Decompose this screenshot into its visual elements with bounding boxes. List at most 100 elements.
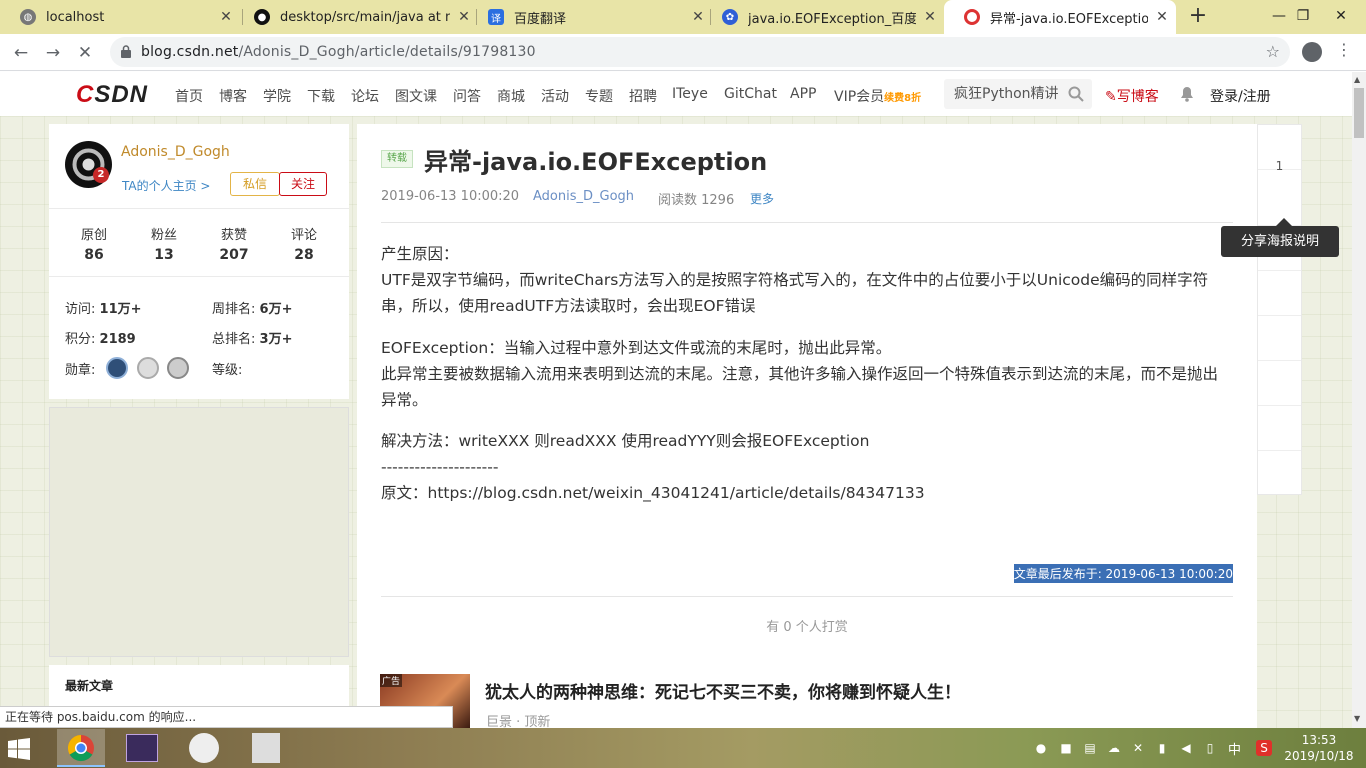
nav-home[interactable]: 首页 (175, 86, 203, 106)
write-blog-link[interactable]: ✎写博客 (1105, 86, 1159, 106)
browser-tab-strip: ◍ localhost ✕ ● desktop/src/main/java at… (0, 0, 1366, 34)
nav-mall[interactable]: 商城 (497, 86, 525, 106)
toolbox-button[interactable] (1258, 361, 1301, 406)
network-icon[interactable]: ▮ (1154, 740, 1170, 756)
nav-download[interactable]: 下载 (307, 86, 335, 106)
input-method-indicator[interactable]: 中 (1228, 739, 1241, 758)
search-icon[interactable] (1068, 86, 1084, 102)
share-poster-tooltip: 分享海报说明 (1221, 226, 1339, 257)
close-tab-icon[interactable]: ✕ (1148, 9, 1176, 25)
nav-jobs[interactable]: 招聘 (629, 86, 657, 106)
nvidia-tray-icon[interactable]: ■ (1058, 740, 1074, 756)
nav-vip[interactable]: VIP会员续费8折 (834, 86, 921, 106)
tab-github[interactable]: ● desktop/src/main/java at ma ✕ (234, 0, 478, 34)
logo-rest: SDN (94, 81, 149, 108)
taskbar-app4[interactable] (242, 729, 290, 767)
scroll-down-arrow-icon[interactable]: ▼ (1354, 714, 1360, 723)
tab-csdn-active[interactable]: 异常-java.io.EOFException - A ✕ (944, 0, 1176, 34)
nav-events[interactable]: 活动 (541, 86, 569, 106)
tray-icon[interactable]: ▤ (1082, 740, 1098, 756)
follow-button[interactable]: 关注 (279, 172, 327, 196)
taskbar-chrome[interactable] (57, 729, 105, 767)
bell-icon[interactable] (1180, 86, 1194, 102)
more-link[interactable]: 更多 (750, 190, 774, 207)
sidebar-ad-slot (49, 407, 349, 657)
tab-baidu-search[interactable]: ✿ java.io.EOFException_百度搜索 ✕ (702, 0, 944, 34)
scroll-up-arrow-icon[interactable]: ▲ (1354, 75, 1360, 84)
tray-icon[interactable]: ☁ (1106, 740, 1122, 756)
new-tab-button[interactable]: + (1186, 5, 1210, 29)
url-path: /Adonis_D_Gogh/article/details/91798130 (238, 44, 536, 60)
windows-start-icon[interactable] (8, 738, 30, 760)
medal-icon[interactable] (137, 357, 159, 379)
toolbox-button[interactable] (1258, 451, 1301, 496)
sogou-icon[interactable]: S (1256, 740, 1272, 756)
app-icon (189, 733, 219, 763)
toolbox-button[interactable] (1258, 271, 1301, 316)
avatar-level-badge: 2 (93, 167, 109, 183)
week-rank-label: 周排名: (212, 302, 256, 317)
browser-toolbar: ← → ✕ blog.csdn.net/Adonis_D_Gogh/articl… (0, 34, 1366, 71)
ad-title[interactable]: 犹太人的两种神思维：死记七不买三不卖，你将赚到怀疑人生！ (485, 678, 961, 703)
search-input[interactable]: 疯狂Python精讲 (954, 79, 1062, 109)
nav-gitchat[interactable]: GitChat (724, 86, 777, 102)
article-author-link[interactable]: Adonis_D_Gogh (533, 189, 634, 204)
menu-dots-icon[interactable]: ⋮ (1336, 40, 1352, 59)
header-search[interactable]: 疯狂Python精讲 (944, 79, 1092, 109)
week-rank-stat: 周排名: 6万+ (212, 298, 292, 317)
article-date: 2019-06-13 10:00:20 (381, 189, 520, 204)
private-message-button[interactable]: 私信 (230, 172, 280, 196)
taskbar-app3[interactable] (181, 729, 229, 767)
nav-forum[interactable]: 论坛 (351, 86, 379, 106)
stat-value: 13 (154, 247, 174, 263)
url-text[interactable]: blog.csdn.net/Adonis_D_Gogh/article/deta… (141, 37, 536, 67)
taskbar-eclipse[interactable] (118, 729, 166, 767)
scrollbar-thumb[interactable] (1354, 88, 1364, 138)
nav-academy[interactable]: 学院 (263, 86, 291, 106)
repost-tag: 转载 (381, 150, 413, 168)
nav-qa[interactable]: 问答 (453, 86, 481, 106)
nav-iteye[interactable]: ITeye (672, 86, 708, 102)
nav-blog[interactable]: 博客 (219, 86, 247, 106)
page-scrollbar[interactable]: ▲ ▼ (1352, 72, 1366, 728)
browser-status-bubble: 正在等待 pos.baidu.com 的响应... (0, 706, 453, 728)
reward-count: 有 0 个人打赏 (766, 620, 848, 635)
qq-tray-icon[interactable]: ● (1033, 740, 1049, 756)
medal-icon[interactable] (167, 357, 189, 379)
cause-heading: 产生原因： (381, 245, 459, 263)
visits-label: 访问: (65, 302, 96, 317)
nav-app[interactable]: APP (790, 86, 816, 102)
volume-icon[interactable]: ◀ (1178, 740, 1194, 756)
tray-icon[interactable]: ✕ (1130, 740, 1146, 756)
vip-discount: 续费8折 (884, 93, 922, 104)
forward-arrow-icon[interactable]: → (42, 42, 64, 64)
login-register-link[interactable]: 登录/注册 (1210, 86, 1271, 106)
eof-definition: EOFException：当输入过程中意外到达文件或流的末尾时，抛出此异常。 (381, 339, 892, 357)
level-label: 等级: (212, 363, 243, 378)
medal-icon[interactable] (106, 357, 128, 379)
profile-avatar-icon[interactable] (1302, 42, 1322, 62)
back-arrow-icon[interactable]: ← (10, 42, 32, 64)
battery-icon[interactable]: ▯ (1202, 740, 1218, 756)
tab-baidu-translate[interactable]: 译 百度翻译 ✕ (468, 0, 712, 34)
toolbox-button[interactable] (1258, 316, 1301, 361)
author-homepage-link[interactable]: TA的个人主页 > (122, 177, 210, 194)
stat-label: 获赞 (220, 228, 247, 243)
ad-tag: 广告 (380, 674, 403, 687)
nav-course[interactable]: 图文课 (395, 86, 437, 106)
address-bar[interactable]: blog.csdn.net/Adonis_D_Gogh/article/deta… (110, 37, 1290, 67)
close-window-icon[interactable]: ✕ (1318, 0, 1364, 34)
source-paragraph[interactable]: 原文：https://blog.csdn.net/weixin_43041241… (381, 480, 1233, 506)
bookmark-star-icon[interactable]: ☆ (1266, 42, 1280, 61)
taskbar-clock[interactable]: 13:53 2019/10/18 (1284, 732, 1354, 764)
stop-loading-icon[interactable]: ✕ (74, 42, 96, 64)
total-rank-label: 总排名: (212, 332, 256, 347)
clock-time: 13:53 (1301, 733, 1337, 747)
tab-localhost[interactable]: ◍ localhost ✕ (0, 0, 240, 34)
csdn-logo[interactable]: CSDN (76, 81, 148, 109)
author-name[interactable]: Adonis_D_Gogh (121, 144, 230, 160)
toolbox-button[interactable] (1258, 406, 1301, 451)
lock-icon[interactable] (121, 45, 131, 58)
nav-topics[interactable]: 专题 (585, 86, 613, 106)
close-tab-icon[interactable]: ✕ (916, 9, 944, 25)
